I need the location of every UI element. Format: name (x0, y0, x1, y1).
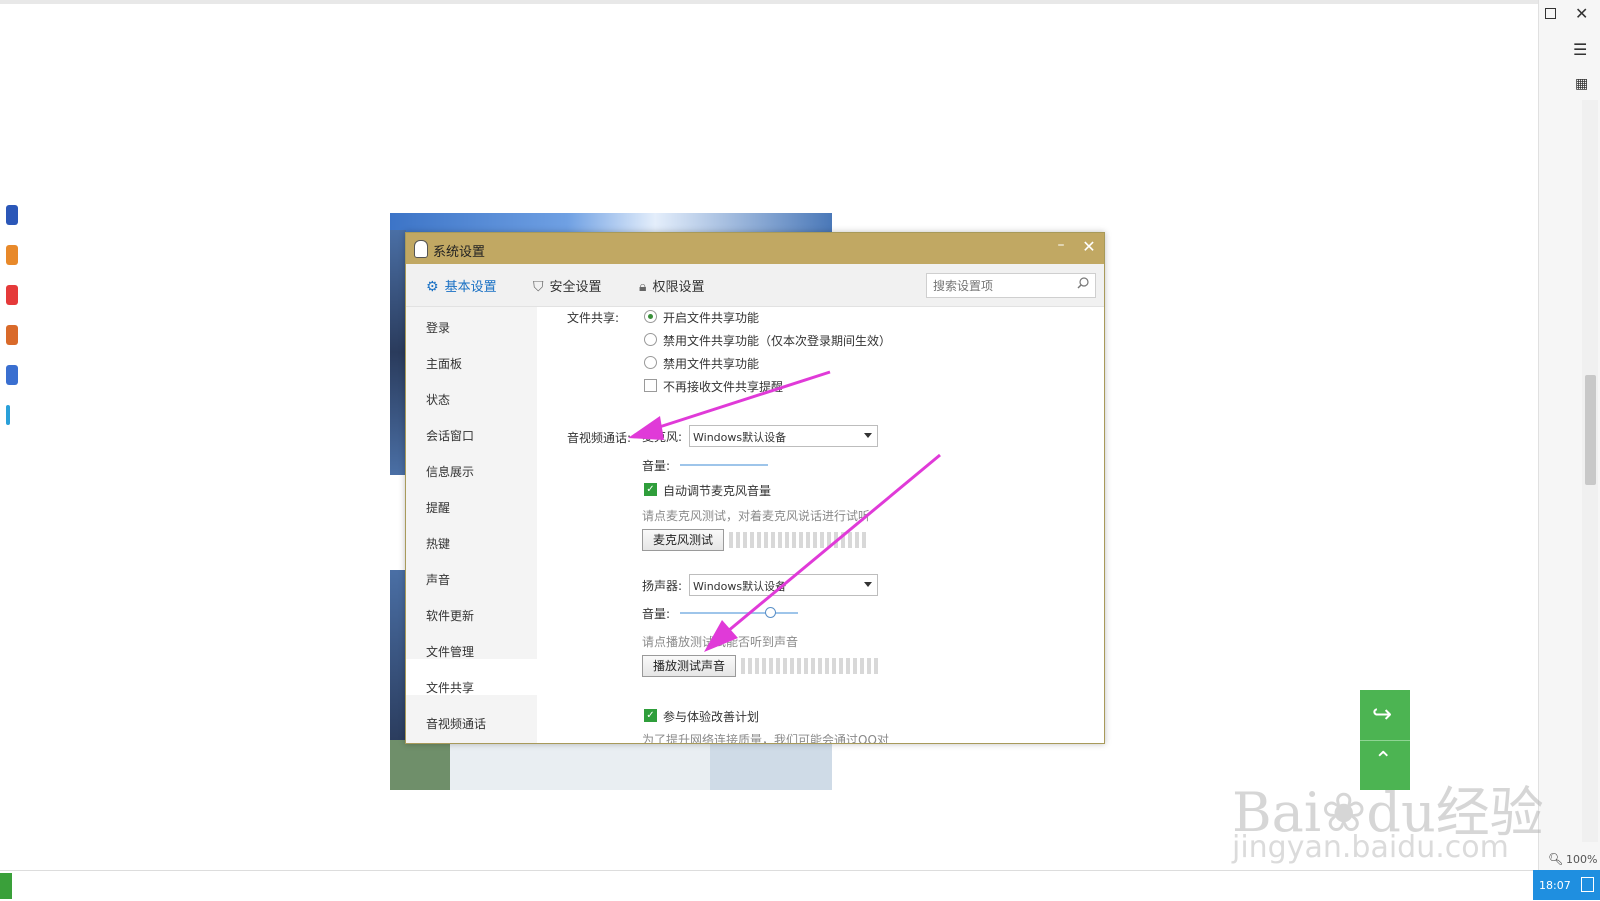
background-screenshot (390, 740, 832, 790)
mic-device-value: Windows默认设备 (693, 431, 787, 444)
settings-search[interactable] (926, 273, 1096, 298)
system-tray: 18:07 (1533, 870, 1600, 900)
chevron-down-icon (864, 582, 872, 587)
dialog-title: 系统设置 (433, 245, 486, 260)
radio-enable-file-share[interactable] (644, 310, 657, 323)
sidebar-item-av-call[interactable]: 音视频通话 (426, 715, 486, 732)
file-share-label: 文件共享: (567, 311, 620, 325)
sidebar-item-status[interactable]: 状态 (426, 391, 450, 408)
dialog-titlebar[interactable]: 系统设置 – ✕ (406, 233, 1104, 264)
settings-tabs: ⚙ 基本设置 ⛉ 安全设置 🔒︎ 权限设置 (406, 264, 1104, 307)
mic-test-hint: 请点麦克风测试，对着麦克风说话进行试听 (642, 509, 871, 523)
chevron-down-icon (864, 433, 872, 438)
shield-icon: ⛉ (533, 279, 544, 295)
settings-sidebar: 登录 主面板 状态 会话窗口 信息展示 提醒 热键 声音 软件更新 文件管理 文… (406, 307, 537, 743)
mic-volume-label: 音量: (642, 459, 671, 473)
close-button[interactable]: ✕ (1079, 237, 1099, 259)
mic-label: 麦克风: (642, 430, 683, 444)
desktop-app-icon[interactable] (6, 285, 18, 305)
sidebar-item-hotkey[interactable]: 热键 (426, 535, 450, 552)
search-icon[interactable] (1077, 277, 1089, 289)
option-disable-session-file-share[interactable]: 禁用文件共享功能（仅本次登录期间生效） (663, 332, 891, 349)
desktop-app-icon[interactable] (6, 405, 10, 425)
tab-security-settings[interactable]: ⛉ 安全设置 (533, 276, 602, 295)
background-screenshot (390, 230, 406, 475)
desktop-app-icon[interactable] (6, 205, 18, 225)
tab-label: 权限设置 (652, 280, 705, 295)
watermark-url: jingyan.baidu.com (1232, 830, 1509, 865)
zoom-level[interactable]: 100% (1566, 853, 1597, 866)
minimize-button[interactable]: – (1051, 237, 1071, 259)
system-settings-dialog: 系统设置 – ✕ ⚙ 基本设置 ⛉ 安全设置 🔒︎ 权限设置 登录 主面板 状态 会话… (405, 232, 1105, 744)
restore-icon[interactable] (1545, 8, 1556, 19)
mic-device-select[interactable]: Windows默认设备 (689, 425, 878, 447)
browser-top-strip (0, 0, 1600, 4)
search-input[interactable] (931, 276, 1073, 295)
close-browser-icon[interactable]: ✕ (1575, 4, 1588, 23)
speaker-volume-slider[interactable] (680, 612, 798, 614)
sidebar-item-reminder[interactable]: 提醒 (426, 499, 450, 516)
sidebar-item-info-display[interactable]: 信息展示 (426, 463, 474, 480)
checkbox-experience-plan[interactable]: ✓ (644, 709, 657, 722)
mic-volume-slider[interactable] (680, 464, 768, 466)
sidebar-item-sound[interactable]: 声音 (426, 571, 450, 588)
av-call-label: 音视频通话: (567, 431, 632, 445)
speaker-test-hint: 请点播放测试试能否听到声音 (642, 635, 799, 649)
background-screenshot (390, 213, 832, 233)
speaker-device-value: Windows默认设备 (693, 580, 787, 593)
speaker-volume-knob[interactable] (764, 607, 776, 618)
share-icon: ↪ (1372, 700, 1393, 728)
desktop-icons-strip (0, 155, 20, 855)
notification-icon[interactable] (1581, 877, 1594, 892)
mic-test-button[interactable]: 麦克风测试 (642, 529, 724, 551)
taskbar (0, 870, 1600, 901)
desktop-app-icon[interactable] (6, 365, 18, 385)
tab-permission-settings[interactable]: 🔒︎ 权限设置 (639, 276, 704, 295)
sidebar-item-software-update[interactable]: 软件更新 (426, 607, 474, 624)
menu-icon[interactable]: ☰ (1573, 40, 1587, 59)
background-screenshot (390, 570, 406, 745)
qq-penguin-icon (414, 240, 428, 258)
sidebar-item-login[interactable]: 登录 (426, 319, 450, 336)
desktop-app-icon[interactable] (6, 245, 18, 265)
tab-label: 基本设置 (444, 280, 497, 295)
option-enable-file-share[interactable]: 开启文件共享功能 (663, 309, 759, 326)
experience-plan-hint: 为了提升网络连接质量，我们可能会通过QQ对 (642, 733, 889, 743)
speaker-label: 扬声器: (642, 579, 683, 593)
sidebar-item-main-panel[interactable]: 主面板 (426, 355, 462, 372)
sidebar-item-file-management[interactable]: 文件管理 (426, 643, 474, 660)
sidebar-item-file-share[interactable]: 文件共享 (426, 679, 474, 696)
sidebar-item-chat-window[interactable]: 会话窗口 (426, 427, 474, 444)
mic-level-meter (729, 532, 866, 548)
speaker-volume-label: 音量: (642, 607, 671, 621)
auto-adjust-mic-label[interactable]: 自动调节麦克风音量 (663, 482, 771, 499)
radio-disable-file-share[interactable] (644, 356, 657, 369)
gear-icon: ⚙ (426, 279, 439, 295)
radio-disable-session-file-share[interactable] (644, 333, 657, 346)
experience-plan-label[interactable]: 参与体验改善计划 (663, 708, 759, 725)
settings-content: 文件共享: 开启文件共享功能 禁用文件共享功能（仅本次登录期间生效） 禁用文件共… (537, 307, 1104, 743)
lock-icon: 🔒︎ (639, 279, 647, 295)
zoom-icon[interactable]: 🔍︎ (1548, 852, 1563, 866)
apps-grid-icon[interactable]: ▦ (1575, 76, 1588, 92)
option-disable-file-share[interactable]: 禁用文件共享功能 (663, 355, 759, 372)
speaker-device-select[interactable]: Windows默认设备 (689, 574, 878, 596)
play-test-sound-button[interactable]: 播放测试声音 (642, 655, 736, 677)
clock[interactable]: 18:07 (1539, 879, 1571, 892)
speaker-level-meter (741, 658, 878, 674)
desktop-app-icon[interactable] (6, 325, 18, 345)
checkbox-auto-adjust-mic[interactable]: ✓ (644, 483, 657, 496)
page-scrollbar-thumb[interactable] (1585, 375, 1596, 485)
no-share-remind-label[interactable]: 不再接收文件共享提醒 (663, 378, 783, 395)
tab-label: 安全设置 (549, 280, 602, 295)
checkbox-no-share-remind[interactable] (644, 379, 657, 392)
tab-basic-settings[interactable]: ⚙ 基本设置 (426, 276, 497, 295)
start-button[interactable] (0, 873, 12, 899)
